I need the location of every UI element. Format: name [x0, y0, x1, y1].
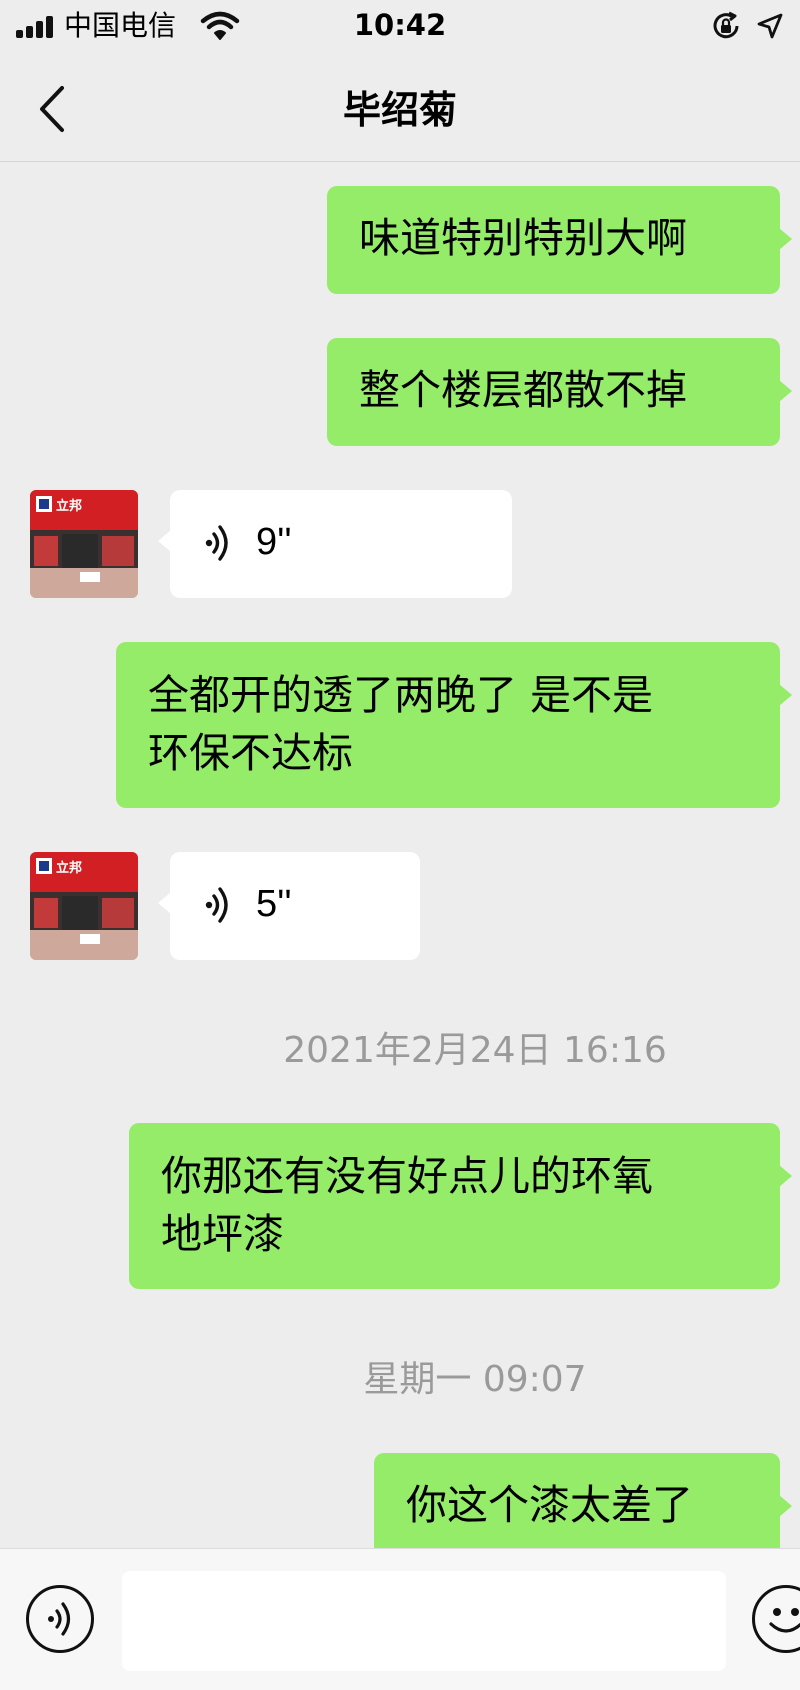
avatar-store-sign: 立邦	[56, 498, 82, 514]
sound-wave-icon	[205, 887, 228, 923]
voice-duration: 9''	[256, 521, 292, 563]
incoming-voice-bubble[interactable]: 9''	[158, 490, 512, 598]
chat-input-bar	[0, 1548, 800, 1690]
status-time: 10:42	[353, 8, 447, 42]
sound-wave-icon	[205, 525, 228, 561]
store-front-avatar-image: 立邦	[30, 852, 138, 960]
message-text: 味道特别特别大啊	[359, 214, 687, 262]
voice-input-button[interactable]	[26, 1585, 94, 1653]
message-text: 全都开的透了两晚了 是不是 环保不达标	[148, 671, 654, 777]
outgoing-text-bubble[interactable]: 味道特别特别大啊	[327, 186, 792, 294]
store-front-avatar-image: 立邦	[30, 490, 138, 598]
smiley-icon	[769, 1608, 800, 1633]
incoming-voice-bubble[interactable]: 5''	[158, 852, 420, 960]
status-bar: 中国电信 10:42	[0, 0, 800, 56]
message-text: 你那还有没有好点儿的环氧 地坪漆	[161, 1152, 653, 1258]
outgoing-text-bubble[interactable]: 整个楼层都散不掉	[327, 338, 792, 446]
outgoing-text-bubble[interactable]: 全都开的透了两晚了 是不是 环保不达标	[116, 642, 792, 808]
message-text: 整个楼层都散不掉	[359, 366, 687, 414]
contact-avatar[interactable]: 立邦	[30, 852, 138, 960]
chat-title: 毕绍菊	[342, 88, 457, 132]
location-arrow-icon	[757, 13, 783, 39]
chat-timestamp: 星期一 09:07	[363, 1359, 587, 1400]
message-input[interactable]	[122, 1571, 726, 1671]
emoji-button[interactable]	[752, 1585, 800, 1653]
avatar-store-sign: 立邦	[56, 860, 82, 876]
rotation-lock-icon	[713, 11, 739, 39]
contact-avatar[interactable]: 立邦	[30, 490, 138, 598]
message-text: 你这个漆太差了	[406, 1481, 693, 1529]
outgoing-text-bubble[interactable]: 你那还有没有好点儿的环氧 地坪漆	[129, 1123, 792, 1289]
chat-header: 毕绍菊	[0, 56, 800, 162]
outgoing-text-bubble[interactable]: 你这个漆太差了	[374, 1453, 792, 1561]
chat-timestamp: 2021年2月24日 16:16	[283, 1030, 667, 1071]
voice-input-icon	[48, 1602, 71, 1636]
voice-duration: 5''	[256, 883, 292, 925]
